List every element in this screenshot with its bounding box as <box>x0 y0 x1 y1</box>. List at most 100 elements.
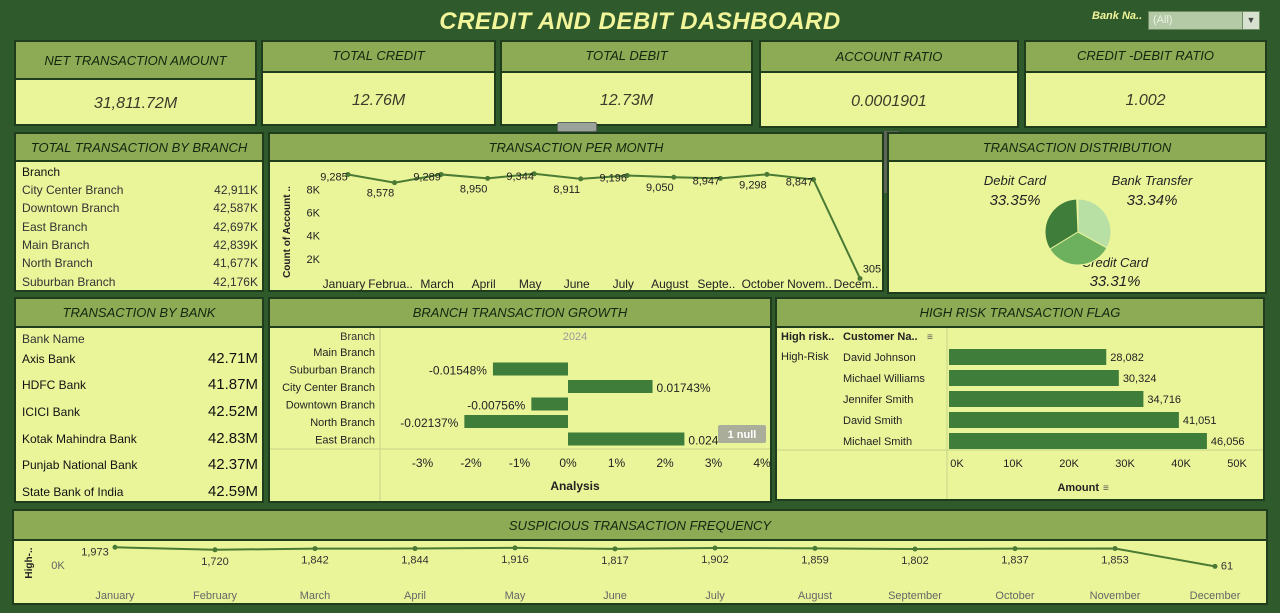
data-label: 8,950 <box>460 183 488 195</box>
x-tick-label: Februa.. <box>368 277 413 290</box>
data-point <box>485 175 491 181</box>
data-label: 61 <box>1221 560 1233 572</box>
monthly-chart-panel: TRANSACTION PER MONTH Count of Account .… <box>268 132 884 292</box>
dashboard-title: CREDIT AND DEBIT DASHBOARD <box>439 8 841 35</box>
row-label: HDFC Bank <box>22 378 87 392</box>
data-label: 9,289 <box>413 171 441 183</box>
bar-label: 28,082 <box>1110 352 1144 364</box>
data-point <box>1212 563 1218 569</box>
table-row[interactable]: Axis Bank 42.71M <box>22 350 258 367</box>
y-tick-label: 2K <box>307 254 321 266</box>
x-tick-label: March <box>300 590 331 602</box>
x-tick-label: 40K <box>1171 458 1191 470</box>
table-row[interactable]: North Branch 41,677K <box>22 256 258 270</box>
x-tick-label: December <box>1190 590 1241 602</box>
customer-label: David Smith <box>843 415 902 427</box>
column-header-high-risk: High risk.. <box>781 331 834 343</box>
bar-label: 41,051 <box>1183 415 1217 427</box>
x-tick-label: August <box>651 277 689 290</box>
column-header-customer: Customer Na.. <box>843 331 918 343</box>
suspicious-line-chart: High-.. 0K 1,973 January 1,720 February 1,84… <box>24 544 1241 602</box>
table-row[interactable]: Kotak Mahindra Bank 42.83M <box>22 430 258 447</box>
table-row[interactable]: Punjab National Bank 42.37M <box>22 456 258 473</box>
pie-label-name: Bank Transfer <box>1112 173 1193 188</box>
x-tick-label: 0K <box>950 458 964 470</box>
data-label: 1,837 <box>1001 555 1029 567</box>
x-tick-label: 0% <box>559 456 577 470</box>
x-tick-label: October <box>742 277 785 290</box>
row-value: 42.37M <box>207 456 258 473</box>
category-label: Main Branch <box>313 347 375 359</box>
x-tick-label: July <box>613 277 634 290</box>
table-row[interactable]: Suburban Branch 42,176K <box>22 275 258 289</box>
row-label: Punjab National Bank <box>22 458 138 472</box>
x-tick-label: February <box>193 590 238 602</box>
kpi-title: CREDIT -DEBIT RATIO <box>1026 42 1265 73</box>
data-point <box>392 180 398 186</box>
customer-label: Michael Williams <box>843 373 925 385</box>
bar <box>949 412 1179 428</box>
bar <box>464 415 568 428</box>
table-row[interactable]: City Center Branch 42,911K <box>22 183 258 197</box>
row-label: Main Branch <box>22 238 90 252</box>
data-label: 1,842 <box>301 555 329 567</box>
x-tick-label: 1% <box>608 456 626 470</box>
data-label: 9,050 <box>646 182 674 194</box>
group-label: High-Risk <box>781 351 829 363</box>
chevron-down-icon[interactable]: ▼ <box>1242 12 1259 29</box>
customer-label: Jennifer Smith <box>843 394 913 406</box>
data-label: 1,902 <box>701 554 729 566</box>
row-header-branch: Branch <box>340 331 375 343</box>
category-label: City Center Branch <box>282 382 375 394</box>
row-value: 42,587K <box>213 201 258 215</box>
bank-filter-dropdown[interactable]: (All) ▼ <box>1148 11 1260 30</box>
panel-title: TRANSACTION PER MONTH <box>270 134 882 162</box>
x-tick-label: Septe.. <box>697 277 735 290</box>
table-row[interactable]: Main Branch 42,839K <box>22 238 258 252</box>
bank-filter-label: Bank Na.. <box>1092 10 1143 22</box>
table-row[interactable]: HDFC Bank 41.87M <box>22 376 258 393</box>
bank-total-panel: TRANSACTION BY BANK Bank Name Axis Bank 4… <box>14 297 264 503</box>
data-label: 1,973 <box>81 546 109 558</box>
table-row[interactable]: Downtown Branch 42,587K <box>22 201 258 215</box>
kpi-title: ACCOUNT RATIO <box>761 42 1017 73</box>
bar <box>949 433 1207 449</box>
data-label: 9,298 <box>739 179 767 191</box>
x-tick-label: November <box>1090 590 1141 602</box>
x-tick-label: 20K <box>1059 458 1079 470</box>
panel-title: TOTAL TRANSACTION BY BRANCH <box>16 134 262 162</box>
kpi-card-net: NET TRANSACTION AMOUNT 31,811.72M <box>14 40 257 126</box>
bar-label: 30,324 <box>1123 373 1157 385</box>
x-tick-label: April <box>472 277 496 290</box>
table-row[interactable]: ICICI Bank 42.52M <box>22 403 258 420</box>
panel-title: SUSPICIOUS TRANSACTION FREQUENCY <box>14 511 1266 541</box>
row-value: 42.52M <box>207 403 258 420</box>
pie-label-name: Debit Card <box>984 173 1047 188</box>
sort-icon[interactable]: ≡ <box>927 332 933 343</box>
data-point <box>312 546 318 552</box>
data-label: 8,847 <box>786 177 814 189</box>
x-tick-label: January <box>323 277 366 290</box>
monthly-line-chart: Count of Account .. 2K 4K 6K 8K9,285 January… <box>282 171 881 290</box>
drag-handle[interactable] <box>557 122 597 132</box>
x-tick-label: September <box>888 590 942 602</box>
table-row[interactable]: State Bank of India 42.59M <box>22 483 258 500</box>
y-tick-label: 8K <box>307 184 321 196</box>
x-tick-label: 3% <box>705 456 723 470</box>
data-label: 1,853 <box>1101 554 1129 566</box>
x-tick-label: August <box>798 590 832 602</box>
column-header-bank: Bank Name <box>22 332 85 346</box>
row-value: 42,176K <box>213 275 258 289</box>
kpi-title: TOTAL DEBIT <box>502 42 751 73</box>
panel-title: TRANSACTION BY BANK <box>16 299 262 328</box>
customer-label: Michael Smith <box>843 436 912 448</box>
sort-icon[interactable]: ≡ <box>1103 483 1109 494</box>
kpi-value: 12.73M <box>599 92 654 109</box>
table-row[interactable]: East Branch 42,697K <box>22 220 258 234</box>
kpi-value: 1.002 <box>1125 92 1166 109</box>
x-tick-label: Novem.. <box>787 277 832 290</box>
data-label: 8,911 <box>553 184 580 196</box>
y-axis-label: Count of Account .. <box>282 186 293 278</box>
row-label: Downtown Branch <box>22 201 120 215</box>
bar <box>949 349 1107 365</box>
